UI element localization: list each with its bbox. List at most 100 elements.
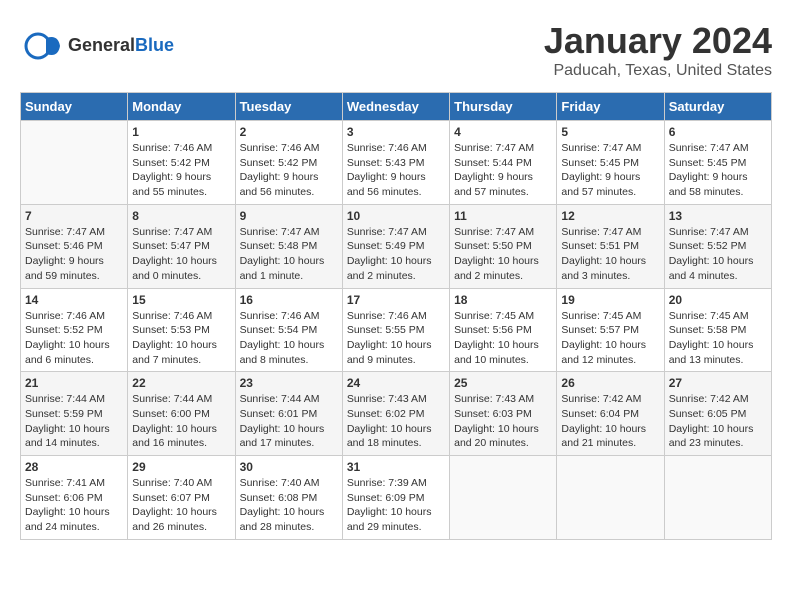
calendar-day: 30 Sunrise: 7:40 AM Sunset: 6:08 PM Dayli… (235, 456, 342, 540)
column-header-wednesday: Wednesday (342, 93, 449, 121)
day-number: 19 (561, 293, 659, 307)
day-number: 4 (454, 125, 552, 139)
day-info: Sunrise: 7:40 AM Sunset: 6:07 PM Dayligh… (132, 476, 230, 535)
calendar-day: 13 Sunrise: 7:47 AM Sunset: 5:52 PM Dayli… (664, 204, 771, 288)
calendar-day: 5 Sunrise: 7:47 AM Sunset: 5:45 PM Daylig… (557, 121, 664, 205)
day-number: 3 (347, 125, 445, 139)
calendar-day: 8 Sunrise: 7:47 AM Sunset: 5:47 PM Daylig… (128, 204, 235, 288)
day-info: Sunrise: 7:47 AM Sunset: 5:47 PM Dayligh… (132, 225, 230, 284)
day-number: 5 (561, 125, 659, 139)
day-number: 25 (454, 376, 552, 390)
day-info: Sunrise: 7:42 AM Sunset: 6:05 PM Dayligh… (669, 392, 767, 451)
day-number: 14 (25, 293, 123, 307)
calendar-day: 21 Sunrise: 7:44 AM Sunset: 5:59 PM Dayli… (21, 372, 128, 456)
calendar-week-3: 14 Sunrise: 7:46 AM Sunset: 5:52 PM Dayli… (21, 288, 772, 372)
calendar-week-1: 1 Sunrise: 7:46 AM Sunset: 5:42 PM Daylig… (21, 121, 772, 205)
day-info: Sunrise: 7:45 AM Sunset: 5:57 PM Dayligh… (561, 309, 659, 368)
day-number: 11 (454, 209, 552, 223)
calendar-day: 15 Sunrise: 7:46 AM Sunset: 5:53 PM Dayli… (128, 288, 235, 372)
day-number: 13 (669, 209, 767, 223)
day-number: 15 (132, 293, 230, 307)
day-number: 26 (561, 376, 659, 390)
day-number: 28 (25, 460, 123, 474)
calendar-day (557, 456, 664, 540)
day-info: Sunrise: 7:46 AM Sunset: 5:42 PM Dayligh… (132, 141, 230, 200)
calendar-day: 26 Sunrise: 7:42 AM Sunset: 6:04 PM Dayli… (557, 372, 664, 456)
day-info: Sunrise: 7:46 AM Sunset: 5:43 PM Dayligh… (347, 141, 445, 200)
calendar-day: 18 Sunrise: 7:45 AM Sunset: 5:56 PM Dayli… (450, 288, 557, 372)
calendar-day: 7Sunrise: 7:47 AM Sunset: 5:46 PM Daylig… (21, 204, 128, 288)
calendar-week-4: 21 Sunrise: 7:44 AM Sunset: 5:59 PM Dayli… (21, 372, 772, 456)
day-number: 21 (25, 376, 123, 390)
calendar-day: 25 Sunrise: 7:43 AM Sunset: 6:03 PM Dayli… (450, 372, 557, 456)
calendar-day: 2Sunrise: 7:46 AM Sunset: 5:42 PM Daylig… (235, 121, 342, 205)
calendar-day: 1 Sunrise: 7:46 AM Sunset: 5:42 PM Daylig… (128, 121, 235, 205)
calendar-day: 22 Sunrise: 7:44 AM Sunset: 6:00 PM Dayli… (128, 372, 235, 456)
page-header: GeneralBlue January 2024 Paducah, Texas,… (20, 20, 772, 84)
calendar-day: 31Sunrise: 7:39 AM Sunset: 6:09 PM Dayli… (342, 456, 449, 540)
day-info: Sunrise: 7:40 AM Sunset: 6:08 PM Dayligh… (240, 476, 338, 535)
day-info: Sunrise: 7:46 AM Sunset: 5:52 PM Dayligh… (25, 309, 123, 368)
day-info: Sunrise: 7:44 AM Sunset: 6:01 PM Dayligh… (240, 392, 338, 451)
day-info: Sunrise: 7:44 AM Sunset: 6:00 PM Dayligh… (132, 392, 230, 451)
day-info: Sunrise: 7:47 AM Sunset: 5:45 PM Dayligh… (561, 141, 659, 200)
calendar-day: 17 Sunrise: 7:46 AM Sunset: 5:55 PM Dayli… (342, 288, 449, 372)
column-header-friday: Friday (557, 93, 664, 121)
day-info: Sunrise: 7:45 AM Sunset: 5:56 PM Dayligh… (454, 309, 552, 368)
calendar-day (664, 456, 771, 540)
day-number: 17 (347, 293, 445, 307)
day-info: Sunrise: 7:47 AM Sunset: 5:46 PM Dayligh… (25, 225, 123, 284)
day-number: 27 (669, 376, 767, 390)
calendar-day: 19 Sunrise: 7:45 AM Sunset: 5:57 PM Dayli… (557, 288, 664, 372)
day-number: 8 (132, 209, 230, 223)
day-number: 9 (240, 209, 338, 223)
column-header-saturday: Saturday (664, 93, 771, 121)
day-info: Sunrise: 7:47 AM Sunset: 5:51 PM Dayligh… (561, 225, 659, 284)
calendar-day: 4 Sunrise: 7:47 AM Sunset: 5:44 PM Daylig… (450, 121, 557, 205)
calendar-day: 14 Sunrise: 7:46 AM Sunset: 5:52 PM Dayli… (21, 288, 128, 372)
day-info: Sunrise: 7:43 AM Sunset: 6:03 PM Dayligh… (454, 392, 552, 451)
calendar-day: 10 Sunrise: 7:47 AM Sunset: 5:49 PM Dayli… (342, 204, 449, 288)
day-number: 1 (132, 125, 230, 139)
day-info: Sunrise: 7:46 AM Sunset: 5:55 PM Dayligh… (347, 309, 445, 368)
day-number: 22 (132, 376, 230, 390)
day-info: Sunrise: 7:47 AM Sunset: 5:52 PM Dayligh… (669, 225, 767, 284)
calendar-day: 9Sunrise: 7:47 AM Sunset: 5:48 PM Daylig… (235, 204, 342, 288)
day-number: 10 (347, 209, 445, 223)
day-info: Sunrise: 7:39 AM Sunset: 6:09 PM Dayligh… (347, 476, 445, 535)
day-info: Sunrise: 7:47 AM Sunset: 5:49 PM Dayligh… (347, 225, 445, 284)
day-number: 23 (240, 376, 338, 390)
column-header-thursday: Thursday (450, 93, 557, 121)
day-number: 24 (347, 376, 445, 390)
calendar-day: 23 Sunrise: 7:44 AM Sunset: 6:01 PM Dayli… (235, 372, 342, 456)
day-info: Sunrise: 7:47 AM Sunset: 5:50 PM Dayligh… (454, 225, 552, 284)
calendar-week-2: 7Sunrise: 7:47 AM Sunset: 5:46 PM Daylig… (21, 204, 772, 288)
logo: GeneralBlue (20, 24, 174, 68)
calendar-day: 27 Sunrise: 7:42 AM Sunset: 6:05 PM Dayli… (664, 372, 771, 456)
day-info: Sunrise: 7:43 AM Sunset: 6:02 PM Dayligh… (347, 392, 445, 451)
day-info: Sunrise: 7:47 AM Sunset: 5:44 PM Dayligh… (454, 141, 552, 200)
logo-icon (20, 24, 64, 68)
day-number: 29 (132, 460, 230, 474)
calendar-day: 12 Sunrise: 7:47 AM Sunset: 5:51 PM Dayli… (557, 204, 664, 288)
day-number: 12 (561, 209, 659, 223)
calendar-day: 28 Sunrise: 7:41 AM Sunset: 6:06 PM Dayli… (21, 456, 128, 540)
day-info: Sunrise: 7:47 AM Sunset: 5:45 PM Dayligh… (669, 141, 767, 200)
calendar-day: 11 Sunrise: 7:47 AM Sunset: 5:50 PM Dayli… (450, 204, 557, 288)
day-info: Sunrise: 7:46 AM Sunset: 5:42 PM Dayligh… (240, 141, 338, 200)
day-number: 6 (669, 125, 767, 139)
day-info: Sunrise: 7:45 AM Sunset: 5:58 PM Dayligh… (669, 309, 767, 368)
day-info: Sunrise: 7:41 AM Sunset: 6:06 PM Dayligh… (25, 476, 123, 535)
column-header-monday: Monday (128, 93, 235, 121)
logo-text: GeneralBlue (68, 36, 174, 56)
calendar-day: 20Sunrise: 7:45 AM Sunset: 5:58 PM Dayli… (664, 288, 771, 372)
day-info: Sunrise: 7:42 AM Sunset: 6:04 PM Dayligh… (561, 392, 659, 451)
calendar-day: 16Sunrise: 7:46 AM Sunset: 5:54 PM Dayli… (235, 288, 342, 372)
calendar-day (450, 456, 557, 540)
calendar-day: 6 Sunrise: 7:47 AM Sunset: 5:45 PM Daylig… (664, 121, 771, 205)
day-info: Sunrise: 7:44 AM Sunset: 5:59 PM Dayligh… (25, 392, 123, 451)
day-info: Sunrise: 7:46 AM Sunset: 5:53 PM Dayligh… (132, 309, 230, 368)
day-number: 18 (454, 293, 552, 307)
day-number: 30 (240, 460, 338, 474)
calendar-table: SundayMondayTuesdayWednesdayThursdayFrid… (20, 92, 772, 540)
